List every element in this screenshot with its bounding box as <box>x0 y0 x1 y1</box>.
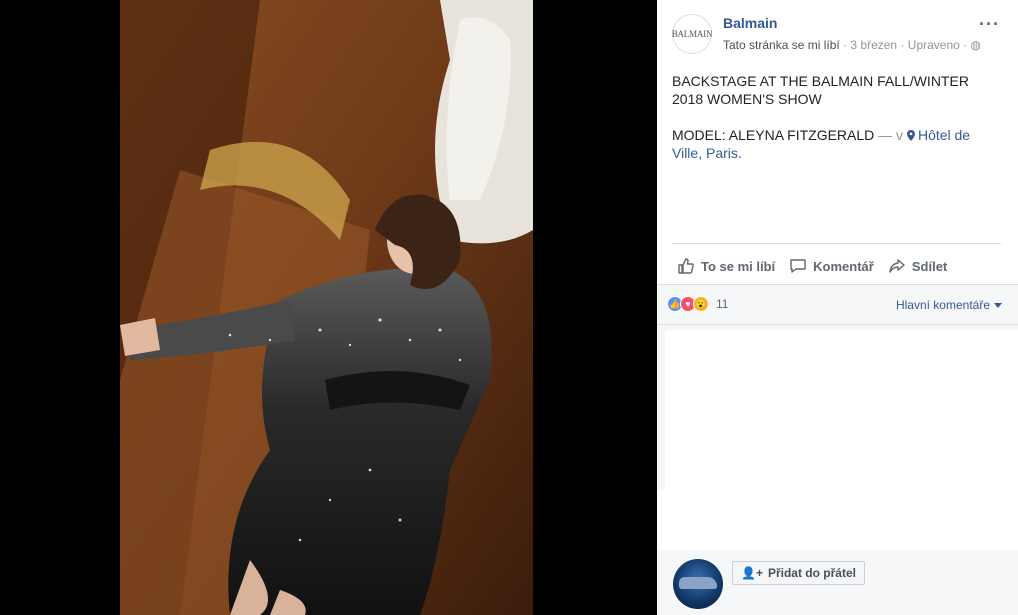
reaction-count: 11 <box>716 297 729 311</box>
meta-dot: · <box>900 38 908 52</box>
like-label: To se mi líbí <box>701 258 776 274</box>
thumbs-up-icon <box>678 258 694 274</box>
post-actions: To se mi líbí Komentář Sdílet <box>677 255 947 277</box>
comments-placeholder-lower <box>657 490 1018 550</box>
comments-placeholder <box>665 330 1018 490</box>
add-friend-label: Přidat do přátel <box>767 566 856 580</box>
wow-reaction-icon: 😮 <box>693 296 709 312</box>
photo-illustration <box>120 0 533 615</box>
avatar-logo-text: BALMAIN <box>671 29 713 39</box>
like-button[interactable]: To se mi líbí <box>677 255 775 277</box>
page-name-link[interactable]: Balmain <box>723 15 777 31</box>
post-text: BACKSTAGE AT THE BALMAIN FALL/WINTER 201… <box>672 72 992 180</box>
page-liked-status[interactable]: Tato stránka se mi líbí <box>723 38 840 52</box>
share-label: Sdílet <box>911 258 948 274</box>
suggested-user-avatar[interactable] <box>673 559 723 609</box>
friend-suggestion: 👤+ Přidat do přátel <box>673 559 865 609</box>
add-friend-button[interactable]: 👤+ Přidat do přátel <box>732 561 865 585</box>
post-date[interactable]: 3 březen <box>850 38 897 52</box>
comment-sort-dropdown[interactable]: Hlavní komentáře <box>896 298 1002 312</box>
post-location-line: MODEL: ALEYNA FITZGERALD — v Hôtel de Vi… <box>672 126 992 162</box>
comments-section: 👍 ♥ 😮 11 Hlavní komentáře 👤+ Přidat do p… <box>657 284 1018 615</box>
actions-divider <box>672 243 1001 244</box>
post-caption: BACKSTAGE AT THE BALMAIN FALL/WINTER 201… <box>672 73 969 107</box>
meta-dot: · <box>963 38 971 52</box>
comment-label: Komentář <box>813 258 874 274</box>
chevron-down-icon <box>994 303 1002 308</box>
add-friend-icon: 👤+ <box>741 566 763 580</box>
post-meta: Tato stránka se mi líbí · 3 březen · Upr… <box>723 38 981 52</box>
comments-divider <box>657 324 1018 325</box>
car-photo-icon <box>679 577 717 589</box>
share-button[interactable]: Sdílet <box>888 255 947 277</box>
post-side-panel: BALMAIN Balmain Tato stránka se mi líbí … <box>657 0 1018 615</box>
edited-label[interactable]: Upraveno <box>908 38 960 52</box>
post-header: BALMAIN Balmain Tato stránka se mi líbí … <box>672 12 1004 56</box>
location-pin-icon <box>906 130 915 141</box>
page-avatar[interactable]: BALMAIN <box>671 14 713 54</box>
globe-icon[interactable]: ◍ <box>971 38 981 52</box>
model-credit: MODEL: ALEYNA FITZGERALD <box>672 127 875 143</box>
comment-sort-label: Hlavní komentáře <box>895 298 990 312</box>
comment-button[interactable]: Komentář <box>789 255 874 277</box>
more-options-icon[interactable]: ··· <box>979 14 1000 35</box>
share-icon <box>889 259 905 273</box>
comment-icon <box>790 259 806 273</box>
photo-viewer <box>0 0 657 615</box>
reactions-summary[interactable]: 👍 ♥ 😮 11 <box>667 295 728 313</box>
post-photo[interactable] <box>120 0 533 615</box>
location-prefix: — v <box>878 127 904 143</box>
